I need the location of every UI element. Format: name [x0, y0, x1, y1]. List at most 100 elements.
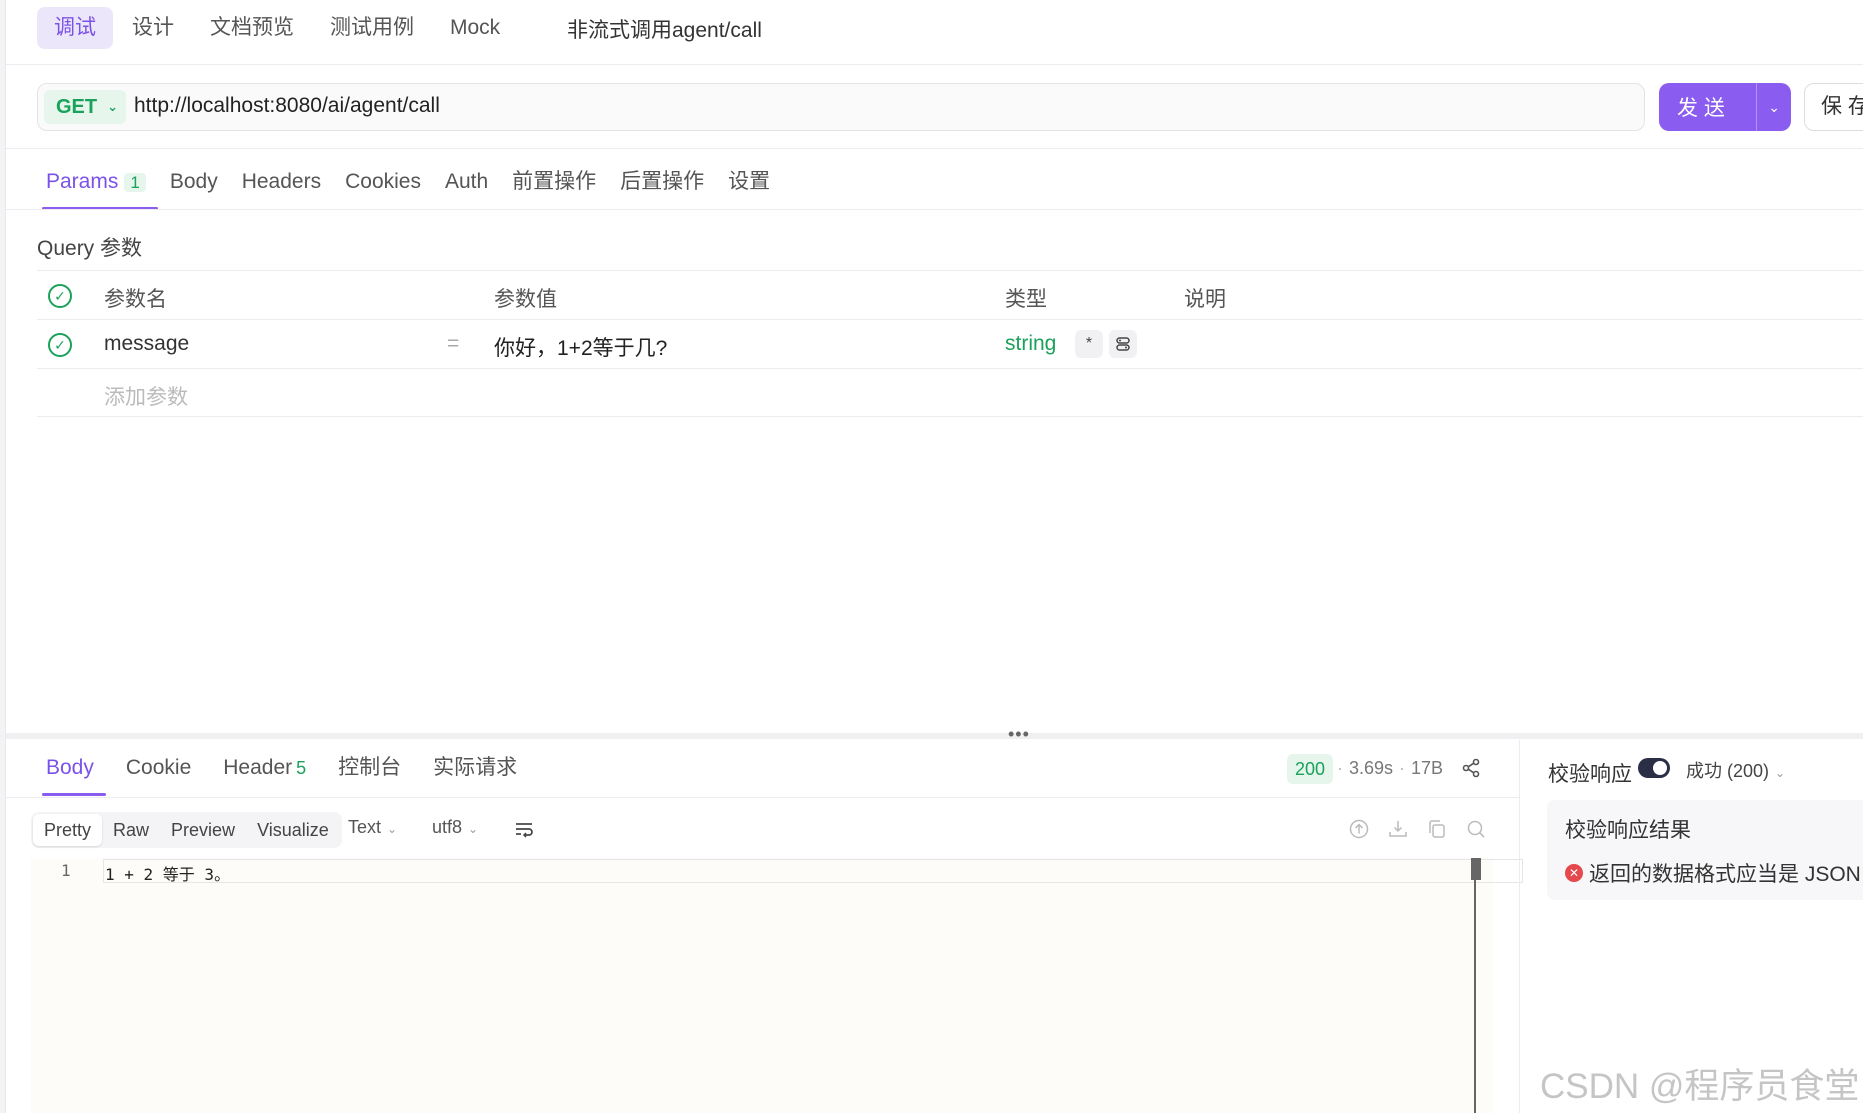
header-count-badge: 5: [296, 758, 307, 778]
line-content: 1 + 2 等于 3。: [105, 865, 231, 884]
splitter-handle[interactable]: •••: [1008, 724, 1030, 745]
tab-mock[interactable]: Mock: [433, 7, 517, 49]
tab-response-cookie[interactable]: Cookie: [114, 744, 203, 796]
meta-separator: ·: [1337, 758, 1343, 778]
url-bar: GET ⌄ http://localhost:8080/ai/agent/cal…: [37, 83, 1645, 131]
required-toggle[interactable]: *: [1075, 330, 1103, 358]
divider: [1519, 740, 1520, 1113]
search-icon[interactable]: [1465, 818, 1487, 840]
method-label: GET: [56, 96, 98, 118]
select-all-checkbox[interactable]: ✓: [48, 284, 72, 308]
watermark: CSDN @程序员食堂: [1540, 1067, 1860, 1106]
error-icon: ✕: [1565, 864, 1583, 882]
validation-result-title: 校验响应结果: [1565, 819, 1691, 842]
line-number: 1: [61, 861, 71, 880]
header-param-type: 类型: [1005, 288, 1047, 311]
save-button[interactable]: 保 存: [1804, 83, 1863, 131]
copy-icon[interactable]: [1426, 818, 1448, 840]
response-tabs: Body Cookie Header 5 控制台 实际请求: [34, 744, 537, 796]
validation-status-select[interactable]: 成功 (200) ⌄: [1686, 757, 1785, 783]
view-pretty[interactable]: Pretty: [33, 814, 103, 846]
download-icon[interactable]: [1387, 818, 1409, 840]
tab-pre-processors[interactable]: 前置操作: [500, 160, 608, 210]
divider: [6, 64, 1863, 65]
url-input[interactable]: http://localhost:8080/ai/agent/call: [134, 94, 440, 118]
editor-scrollbar[interactable]: [1474, 858, 1476, 1113]
view-raw[interactable]: Raw: [102, 814, 160, 846]
table-header-row: ✓ 参数名 参数值 类型 说明: [37, 270, 1863, 319]
link-settings-icon: [1116, 337, 1130, 351]
tab-headers[interactable]: Headers: [230, 160, 333, 210]
view-mode-group: Pretty Raw Preview Visualize: [31, 812, 342, 848]
row-enabled-checkbox[interactable]: ✓: [48, 333, 72, 357]
params-count-badge: 1: [124, 173, 146, 192]
validate-response-label: 校验响应: [1548, 763, 1632, 786]
tab-response-header[interactable]: Header 5: [211, 744, 318, 796]
response-size: 17B: [1411, 758, 1444, 778]
add-param-row: 添加参数: [37, 368, 1863, 417]
upload-icon[interactable]: [1348, 818, 1370, 840]
divider: [6, 797, 1519, 798]
tab-actual-request[interactable]: 实际请求: [421, 744, 529, 796]
method-select[interactable]: GET ⌄: [44, 90, 127, 124]
chevron-down-icon: ⌄: [1775, 766, 1786, 780]
share-icon[interactable]: [1460, 757, 1482, 779]
tab-body[interactable]: Body: [158, 160, 230, 210]
param-value-field[interactable]: 你好，1+2等于几?: [494, 332, 667, 362]
chevron-down-icon[interactable]: ⌄: [1757, 99, 1791, 116]
header-param-value: 参数值: [494, 288, 557, 311]
param-type-select[interactable]: string: [1005, 332, 1056, 356]
panel-splitter[interactable]: [6, 733, 1863, 739]
active-line-highlight: [103, 859, 1523, 883]
divider: [6, 209, 1863, 210]
validation-error-message: 返回的数据格式应当是 JSON: [1589, 863, 1861, 886]
tab-response-body[interactable]: Body: [34, 744, 106, 796]
tab-params-label: Params: [46, 170, 119, 193]
tab-post-processors[interactable]: 后置操作: [608, 160, 716, 210]
tab-response-header-label: Header: [223, 756, 293, 779]
validate-response-toggle[interactable]: [1638, 758, 1670, 778]
validation-status-value: 成功 (200): [1686, 761, 1770, 781]
header-param-name: 参数名: [104, 288, 167, 311]
equals-sign: =: [447, 332, 460, 355]
status-badge: 200: [1287, 754, 1334, 784]
tab-auth[interactable]: Auth: [433, 160, 500, 210]
tab-design[interactable]: 设计: [115, 7, 191, 49]
editor-scroll-thumb[interactable]: [1471, 858, 1481, 880]
view-preview[interactable]: Preview: [160, 814, 246, 846]
tab-settings[interactable]: 设置: [716, 160, 782, 210]
param-name-field[interactable]: message: [104, 332, 189, 356]
send-label: 发 送: [1677, 97, 1725, 120]
chevron-down-icon: ⌄: [387, 822, 398, 836]
view-visualize[interactable]: Visualize: [246, 814, 340, 846]
left-edge-bar: [0, 0, 6, 1113]
params-table: ✓ 参数名 参数值 类型 说明 ✓ message = 你好，1+2等于几? s…: [37, 270, 1863, 417]
mode-tabs: 调试 设计 文档预览 测试用例 Mock: [37, 6, 519, 50]
tab-test-cases[interactable]: 测试用例: [313, 7, 431, 49]
request-tabs: Params 1 Body Headers Cookies Auth 前置操作 后…: [34, 160, 782, 210]
format-value: Text: [348, 817, 382, 837]
header-param-desc: 说明: [1184, 288, 1226, 311]
tab-cookies[interactable]: Cookies: [333, 160, 433, 210]
validation-result-box: 校验响应结果 ✕ 返回的数据格式应当是 JSON: [1547, 800, 1863, 900]
add-param-input[interactable]: 添加参数: [104, 381, 188, 411]
api-title: 非流式调用agent/call: [567, 19, 762, 42]
meta-separator: ·: [1399, 758, 1405, 778]
word-wrap-icon[interactable]: [513, 818, 535, 840]
validation-error: ✕ 返回的数据格式应当是 JSON: [1565, 858, 1861, 888]
param-settings-button[interactable]: [1109, 330, 1137, 358]
format-select[interactable]: Text ⌄: [348, 817, 397, 838]
encoding-value: utf8: [432, 817, 463, 837]
divider: [6, 148, 1863, 149]
tab-doc-preview[interactable]: 文档预览: [193, 7, 311, 49]
tab-console[interactable]: 控制台: [326, 744, 413, 796]
code-line: 1 1 + 2 等于 3。: [31, 858, 1523, 884]
chevron-down-icon: ⌄: [107, 99, 119, 114]
send-button[interactable]: 发 送 ⌄: [1659, 83, 1791, 131]
response-editor[interactable]: 1 1 + 2 等于 3。: [31, 858, 1523, 1113]
encoding-select[interactable]: utf8 ⌄: [432, 817, 478, 838]
tab-debug[interactable]: 调试: [37, 7, 113, 49]
tab-params[interactable]: Params 1: [34, 160, 158, 210]
chevron-down-icon: ⌄: [468, 822, 479, 836]
response-time: 3.69s: [1349, 758, 1394, 778]
